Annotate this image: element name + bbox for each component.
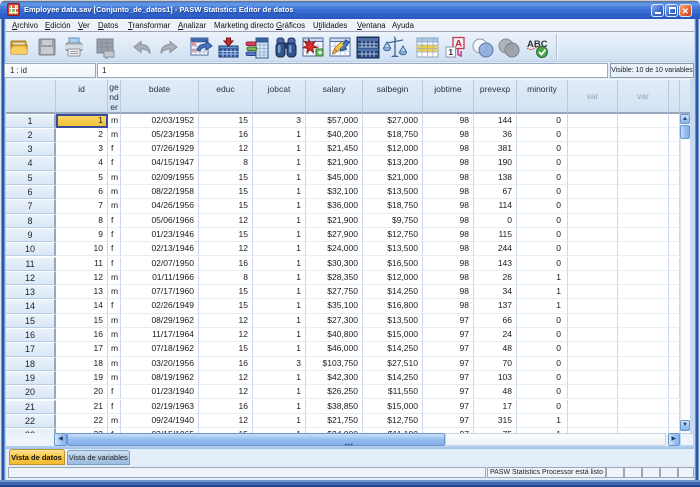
svg-text:A: A — [455, 39, 462, 50]
svg-text:1: 1 — [448, 47, 453, 57]
